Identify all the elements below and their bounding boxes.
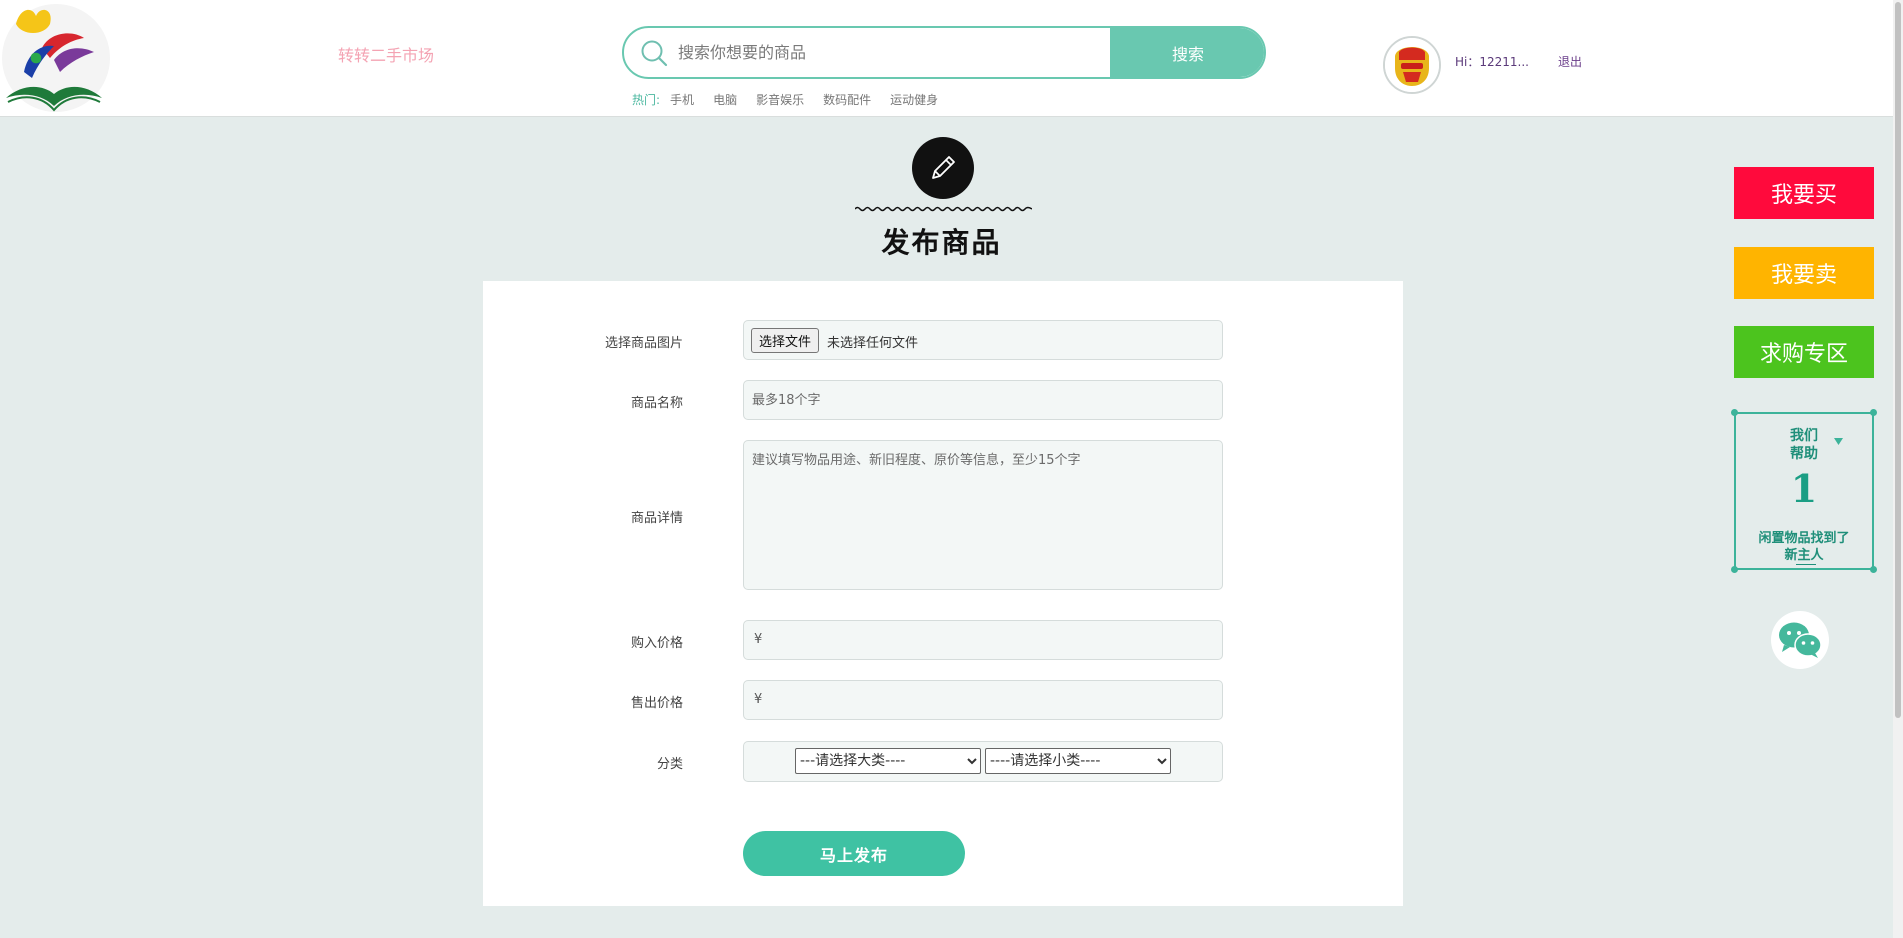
file-status: 未选择任何文件 xyxy=(827,336,919,351)
hot-item-entertainment[interactable]: 影音娱乐 xyxy=(756,91,804,108)
publish-button[interactable]: 马上发布 xyxy=(743,831,965,876)
search-box: 搜索 xyxy=(622,26,1266,79)
image-field: 选择文件 未选择任何文件 xyxy=(743,320,1223,360)
wechat-button[interactable] xyxy=(1771,611,1829,669)
help-line-1: 我们 xyxy=(1790,428,1818,444)
category-field: ---请选择大类---- ----请选择小类---- xyxy=(743,741,1223,782)
publish-form: 选择商品图片 选择文件 未选择任何文件 商品名称 商品详情 购入价格 ¥ 售出价… xyxy=(483,281,1403,906)
detail-field xyxy=(743,440,1223,590)
avatar-icon xyxy=(1385,38,1439,92)
hot-item-accessories[interactable]: 数码配件 xyxy=(823,91,871,108)
search-icon xyxy=(641,40,668,67)
logo-icon xyxy=(2,4,110,112)
hot-keywords: 热门: 手机 电脑 影音娱乐 数码配件 运动健身 xyxy=(632,91,957,108)
corner-dot xyxy=(1870,566,1877,573)
buy-price-label: 购入价格 xyxy=(630,636,683,651)
detail-label: 商品详情 xyxy=(630,511,683,526)
help-line-4: 新主人 xyxy=(1784,548,1824,563)
hot-item-phone[interactable]: 手机 xyxy=(670,91,694,108)
corner-dot xyxy=(1731,566,1738,573)
category-label: 分类 xyxy=(656,757,683,772)
page-title: 发布商品 xyxy=(881,226,1002,259)
major-category-select[interactable]: ---请选择大类---- xyxy=(795,748,981,774)
currency-symbol: ¥ xyxy=(754,692,763,707)
hot-label: 热门: xyxy=(632,93,661,107)
help-underline xyxy=(1796,564,1816,565)
scrollbar-thumb[interactable] xyxy=(1895,2,1901,718)
top-header: 转转二手市场 搜索 热门: 手机 电脑 影音娱乐 数码配件 运动健身 Hi：12… xyxy=(0,0,1893,117)
pencil-badge xyxy=(912,137,974,199)
site-logo[interactable] xyxy=(2,2,110,114)
image-label: 选择商品图片 xyxy=(604,336,683,351)
product-detail-textarea[interactable] xyxy=(744,441,1222,589)
search-button[interactable]: 搜索 xyxy=(1110,28,1264,77)
help-stats-box: 我们 帮助 1 闲置物品找到了 新主人 xyxy=(1731,409,1877,573)
sell-price-field: ¥ xyxy=(743,680,1223,720)
corner-dot xyxy=(1870,409,1877,416)
hot-item-sports[interactable]: 运动健身 xyxy=(890,91,938,108)
sell-price-label: 售出价格 xyxy=(630,696,683,711)
title-wave-divider xyxy=(855,206,1032,212)
user-avatar[interactable] xyxy=(1383,36,1441,94)
help-count: 1 xyxy=(1790,466,1818,511)
search-input[interactable] xyxy=(678,28,1108,77)
hot-item-computer[interactable]: 电脑 xyxy=(713,91,737,108)
buy-price-input[interactable] xyxy=(744,621,1222,659)
user-greeting: Hi：12211... xyxy=(1455,55,1529,69)
wechat-icon xyxy=(1779,622,1822,658)
product-name-input[interactable] xyxy=(744,381,1222,419)
currency-symbol: ¥ xyxy=(754,632,763,647)
logout-link[interactable]: 退出 xyxy=(1558,53,1582,70)
name-label: 商品名称 xyxy=(630,396,683,411)
site-name[interactable]: 转转二手市场 xyxy=(338,42,434,66)
sell-price-input[interactable] xyxy=(744,681,1222,719)
corner-dot xyxy=(1731,409,1738,416)
sell-button[interactable]: 我要卖 xyxy=(1734,247,1874,299)
buy-price-field: ¥ xyxy=(743,620,1223,660)
triangle-down-icon xyxy=(1834,438,1843,445)
choose-file-button[interactable]: 选择文件 xyxy=(751,328,820,353)
pencil-icon xyxy=(932,156,955,179)
wanted-button[interactable]: 求购专区 xyxy=(1734,326,1874,378)
name-field xyxy=(743,380,1223,420)
help-line-2: 帮助 xyxy=(1790,446,1818,462)
minor-category-select[interactable]: ----请选择小类---- xyxy=(985,748,1171,774)
buy-button[interactable]: 我要买 xyxy=(1734,167,1874,219)
